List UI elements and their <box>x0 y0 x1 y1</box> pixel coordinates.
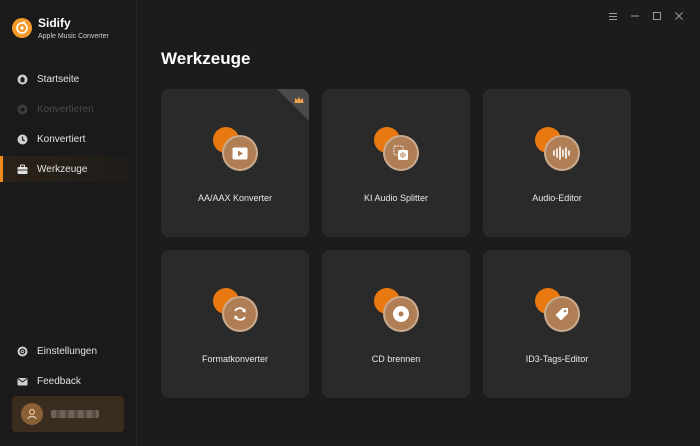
sidebar-item-label: Werkzeuge <box>37 163 88 175</box>
cd-icon <box>383 296 419 332</box>
tool-icon-group <box>213 288 261 332</box>
app-subtitle: Apple Music Converter <box>38 33 109 40</box>
blurred-username <box>51 410 99 418</box>
tool-icon-group <box>535 127 583 171</box>
mail-icon <box>17 376 28 387</box>
tool-label: KI Audio Splitter <box>363 193 429 203</box>
tool-card-id3-tags-editor[interactable]: ID3-Tags-Editor <box>483 250 631 398</box>
page-title: Werkzeuge <box>161 49 251 68</box>
window-controls <box>602 9 690 23</box>
sidebar-item-werkzeuge[interactable]: Werkzeuge <box>0 156 128 182</box>
main-nav: Startseite Konvertieren Konvertiert Werk… <box>0 66 136 186</box>
crown-badge-icon <box>293 93 305 105</box>
sidebar-item-einstellungen[interactable]: Einstellungen <box>0 338 136 364</box>
tool-icon-group <box>213 127 261 171</box>
tool-icon-group <box>535 288 583 332</box>
sidebar: Sidify Apple Music Converter Startseite … <box>0 0 137 446</box>
clock-icon <box>17 134 28 145</box>
audio-splitter-icon <box>383 135 419 171</box>
tool-icon-group <box>374 288 422 332</box>
settings-icon <box>17 346 28 357</box>
user-account-card[interactable] <box>12 396 124 432</box>
tool-icon-group <box>374 127 422 171</box>
tool-card-audio-editor[interactable]: Audio-Editor <box>483 89 631 237</box>
home-icon <box>17 74 28 85</box>
tool-card-formatkonverter[interactable]: Formatkonverter <box>161 250 309 398</box>
sidebar-item-feedback[interactable]: Feedback <box>0 368 136 394</box>
sidify-logo-icon <box>12 18 32 38</box>
menu-icon[interactable] <box>602 9 624 23</box>
minimize-icon[interactable] <box>624 9 646 23</box>
sidebar-item-label: Startseite <box>37 73 80 85</box>
tool-label: Formatkonverter <box>201 354 269 364</box>
app-name: Sidify <box>38 16 71 30</box>
sidebar-item-label: Konvertiert <box>37 133 86 145</box>
sidebar-item-konvertieren[interactable]: Konvertieren <box>0 96 136 122</box>
close-icon[interactable] <box>668 9 690 23</box>
tool-card-aa-aax-konverter[interactable]: AA/AAX Konverter <box>161 89 309 237</box>
tag-icon <box>544 296 580 332</box>
convert-icon <box>17 104 28 115</box>
bottom-nav: Einstellungen Feedback <box>0 338 136 398</box>
sidebar-item-konvertiert[interactable]: Konvertiert <box>0 126 136 152</box>
tool-label: AA/AAX Konverter <box>197 193 273 203</box>
maximize-icon[interactable] <box>646 9 668 23</box>
sidebar-item-label: Einstellungen <box>37 345 98 357</box>
tool-label: CD brennen <box>371 354 421 364</box>
avatar <box>21 403 43 425</box>
tool-label: Audio-Editor <box>532 193 582 203</box>
toolbox-icon <box>17 164 28 175</box>
tool-label: ID3-Tags-Editor <box>525 354 589 364</box>
refresh-icon <box>222 296 258 332</box>
tool-card-ki-audio-splitter[interactable]: KI Audio Splitter <box>322 89 470 237</box>
brand: Sidify Apple Music Converter <box>12 16 109 40</box>
sidebar-item-label: Feedback <box>37 375 81 387</box>
user-icon <box>27 409 37 420</box>
tool-card-cd-brennen[interactable]: CD brennen <box>322 250 470 398</box>
sidebar-item-label: Konvertieren <box>37 103 94 115</box>
sidebar-item-startseite[interactable]: Startseite <box>0 66 136 92</box>
waveform-icon <box>544 135 580 171</box>
video-play-icon <box>222 135 258 171</box>
